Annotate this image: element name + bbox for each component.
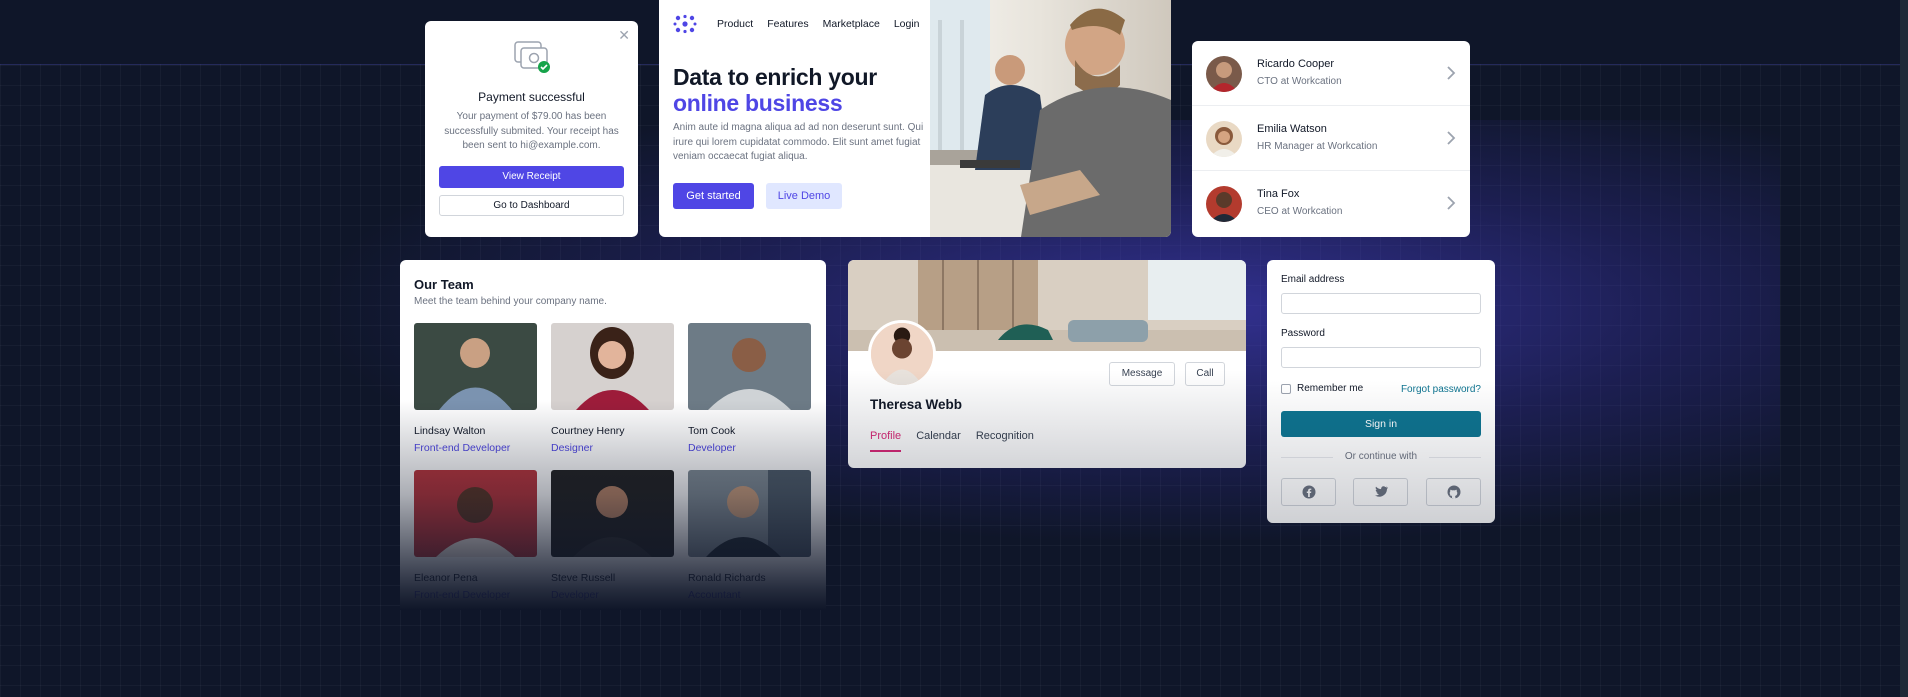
github-button[interactable] — [1426, 478, 1481, 506]
password-field[interactable] — [1281, 347, 1481, 368]
member-name: Lindsay Walton — [414, 425, 486, 437]
member-role: Accountant — [688, 589, 741, 601]
sign-in-card: Email address Password Remember me Forgo… — [1267, 260, 1495, 523]
team-title: Our Team — [414, 277, 474, 292]
twitter-button[interactable] — [1353, 478, 1408, 506]
member-name: Ronald Richards — [688, 572, 766, 584]
list-item[interactable]: Ricardo Cooper CTO at Workcation — [1192, 41, 1470, 106]
person-role: CTO at Workcation — [1257, 76, 1342, 87]
team-member[interactable]: Ronald Richards Accountant — [688, 470, 811, 601]
person-role: HR Manager at Workcation — [1257, 141, 1378, 152]
member-photo — [414, 470, 537, 557]
person-role: CEO at Workcation — [1257, 206, 1343, 217]
member-name: Eleanor Pena — [414, 572, 478, 584]
chevron-right-icon — [1447, 66, 1456, 80]
nav-link-marketplace[interactable]: Marketplace — [823, 18, 880, 30]
receipt-check-icon — [513, 41, 550, 73]
hero-card: Product Features Marketplace Login Data … — [659, 0, 1171, 237]
remember-me-label: Remember me — [1297, 383, 1364, 394]
facebook-icon — [1302, 485, 1315, 499]
tab-recognition[interactable]: Recognition — [976, 430, 1034, 452]
team-member[interactable]: Tom Cook Developer — [688, 323, 811, 454]
message-button[interactable]: Message — [1109, 362, 1175, 386]
nav-link-features[interactable]: Features — [767, 18, 808, 30]
divider-text: Or continue with — [1281, 451, 1481, 462]
hero-headline-accent: online business — [673, 90, 843, 116]
github-icon — [1447, 485, 1460, 499]
team-member[interactable]: Steve Russell Developer — [551, 470, 674, 601]
person-name: Emilia Watson — [1257, 123, 1327, 135]
person-name: Tina Fox — [1257, 188, 1300, 200]
payment-message: Your payment of $79.00 has been successf… — [444, 111, 619, 151]
sign-in-button[interactable]: Sign in — [1281, 411, 1481, 437]
member-name: Courtney Henry — [551, 425, 625, 437]
avatar — [1206, 186, 1242, 222]
person-name: Ricardo Cooper — [1257, 58, 1335, 70]
payment-success-card: ✕ Payment successful Your payment of $79… — [425, 21, 638, 237]
hero-body: Anim aute id magna aliqua ad ad non dese… — [673, 122, 924, 162]
team-member[interactable]: Courtney Henry Designer — [551, 323, 674, 454]
profile-tabs: Profile Calendar Recognition — [870, 430, 1049, 452]
member-role: Designer — [551, 442, 594, 454]
avatar — [1206, 121, 1242, 157]
member-role: Front-end Developer — [414, 442, 511, 454]
member-photo — [414, 323, 537, 410]
hero-nav: Product Features Marketplace Login — [673, 14, 934, 34]
team-member[interactable]: Eleanor Pena Front-end Developer — [414, 470, 537, 601]
email-label: Email address — [1281, 274, 1345, 285]
avatar — [1206, 56, 1242, 92]
get-started-button[interactable]: Get started — [673, 183, 754, 209]
forgot-password-link[interactable]: Forgot password? — [1401, 384, 1481, 395]
team-subtitle: Meet the team behind your company name. — [414, 296, 607, 307]
member-photo — [551, 323, 674, 410]
nav-link-login[interactable]: Login — [894, 18, 920, 30]
go-to-dashboard-button[interactable]: Go to Dashboard — [439, 194, 624, 216]
workcation-logo-icon[interactable] — [673, 14, 697, 34]
avatar — [868, 320, 936, 388]
member-name: Steve Russell — [551, 572, 616, 584]
member-role: Developer — [688, 442, 736, 454]
chevron-right-icon — [1447, 196, 1456, 210]
member-role: Front-end Developer — [414, 589, 511, 601]
team-member[interactable]: Lindsay Walton Front-end Developer — [414, 323, 537, 454]
tab-calendar[interactable]: Calendar — [916, 430, 961, 452]
remember-me-checkbox[interactable] — [1281, 383, 1291, 394]
payment-title: Payment successful — [478, 90, 585, 104]
live-demo-button[interactable]: Live Demo — [766, 183, 842, 209]
call-button[interactable]: Call — [1185, 362, 1225, 386]
password-label: Password — [1281, 328, 1325, 339]
list-item[interactable]: Tina Fox CEO at Workcation — [1192, 171, 1470, 236]
hero-headline-line-1: Data to enrich your — [673, 64, 877, 90]
email-field[interactable] — [1281, 293, 1481, 314]
member-name: Tom Cook — [688, 425, 736, 437]
list-item[interactable]: Emilia Watson HR Manager at Workcation — [1192, 106, 1470, 171]
twitter-icon — [1374, 486, 1388, 497]
member-photo — [688, 470, 811, 557]
people-list-card: Ricardo Cooper CTO at Workcation Emilia … — [1192, 41, 1470, 237]
nav-link-product[interactable]: Product — [717, 18, 753, 30]
view-receipt-button[interactable]: View Receipt — [439, 165, 624, 188]
tab-profile[interactable]: Profile — [870, 430, 902, 452]
hero-office-photo — [930, 0, 1171, 237]
member-photo — [688, 323, 811, 410]
hero-headline: Data to enrich your online business — [673, 64, 877, 116]
member-role: Developer — [551, 589, 599, 601]
chevron-right-icon — [1447, 131, 1456, 145]
our-team-card: Our Team Meet the team behind your compa… — [400, 260, 826, 610]
window-scrollbar[interactable] — [1900, 0, 1908, 697]
facebook-button[interactable] — [1281, 478, 1336, 506]
profile-card: Message Call Theresa Webb Profile Calend… — [848, 260, 1246, 468]
close-icon[interactable]: ✕ — [618, 27, 630, 44]
profile-name: Theresa Webb — [870, 397, 963, 412]
member-photo — [551, 470, 674, 557]
remember-me: Remember me — [1281, 383, 1363, 394]
